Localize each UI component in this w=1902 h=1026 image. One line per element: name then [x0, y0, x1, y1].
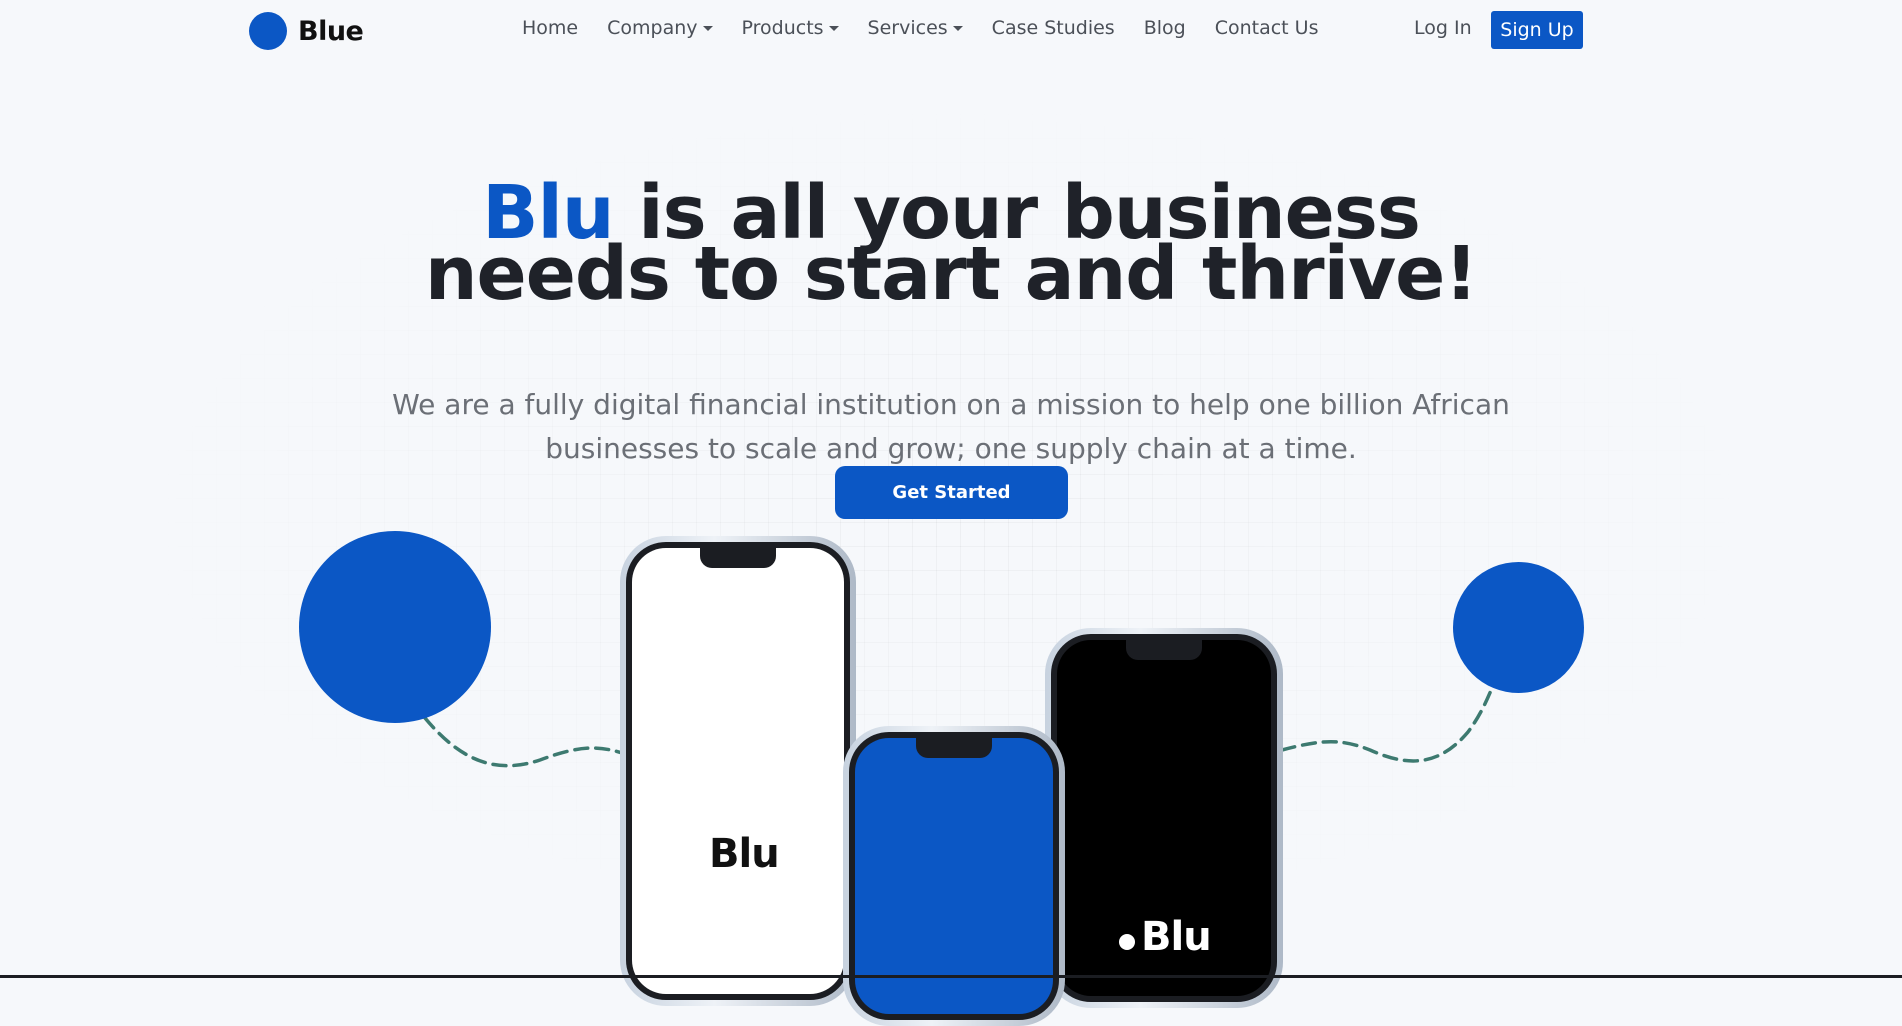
- phone-mockup-black: Blu: [1045, 628, 1283, 1008]
- phone-screen: Blu: [1057, 640, 1271, 996]
- logo-dot-icon: [1119, 934, 1135, 950]
- phone-notch: [916, 738, 992, 758]
- phone-notch: [700, 548, 776, 568]
- decorative-circle-left: [299, 531, 491, 723]
- phone-brand-logo: Blu: [1119, 914, 1212, 960]
- phone-mockup-blue: [843, 726, 1065, 1026]
- phone-mockup-white: Blu: [620, 536, 856, 1006]
- phone-brand-text: Blu: [1141, 914, 1212, 960]
- phone-notch: [1126, 640, 1202, 660]
- phone-screen: [855, 738, 1053, 1014]
- decorative-circle-right: [1453, 562, 1584, 693]
- phone-screen: Blu: [632, 548, 844, 994]
- phone-brand-logo: Blu: [709, 831, 780, 877]
